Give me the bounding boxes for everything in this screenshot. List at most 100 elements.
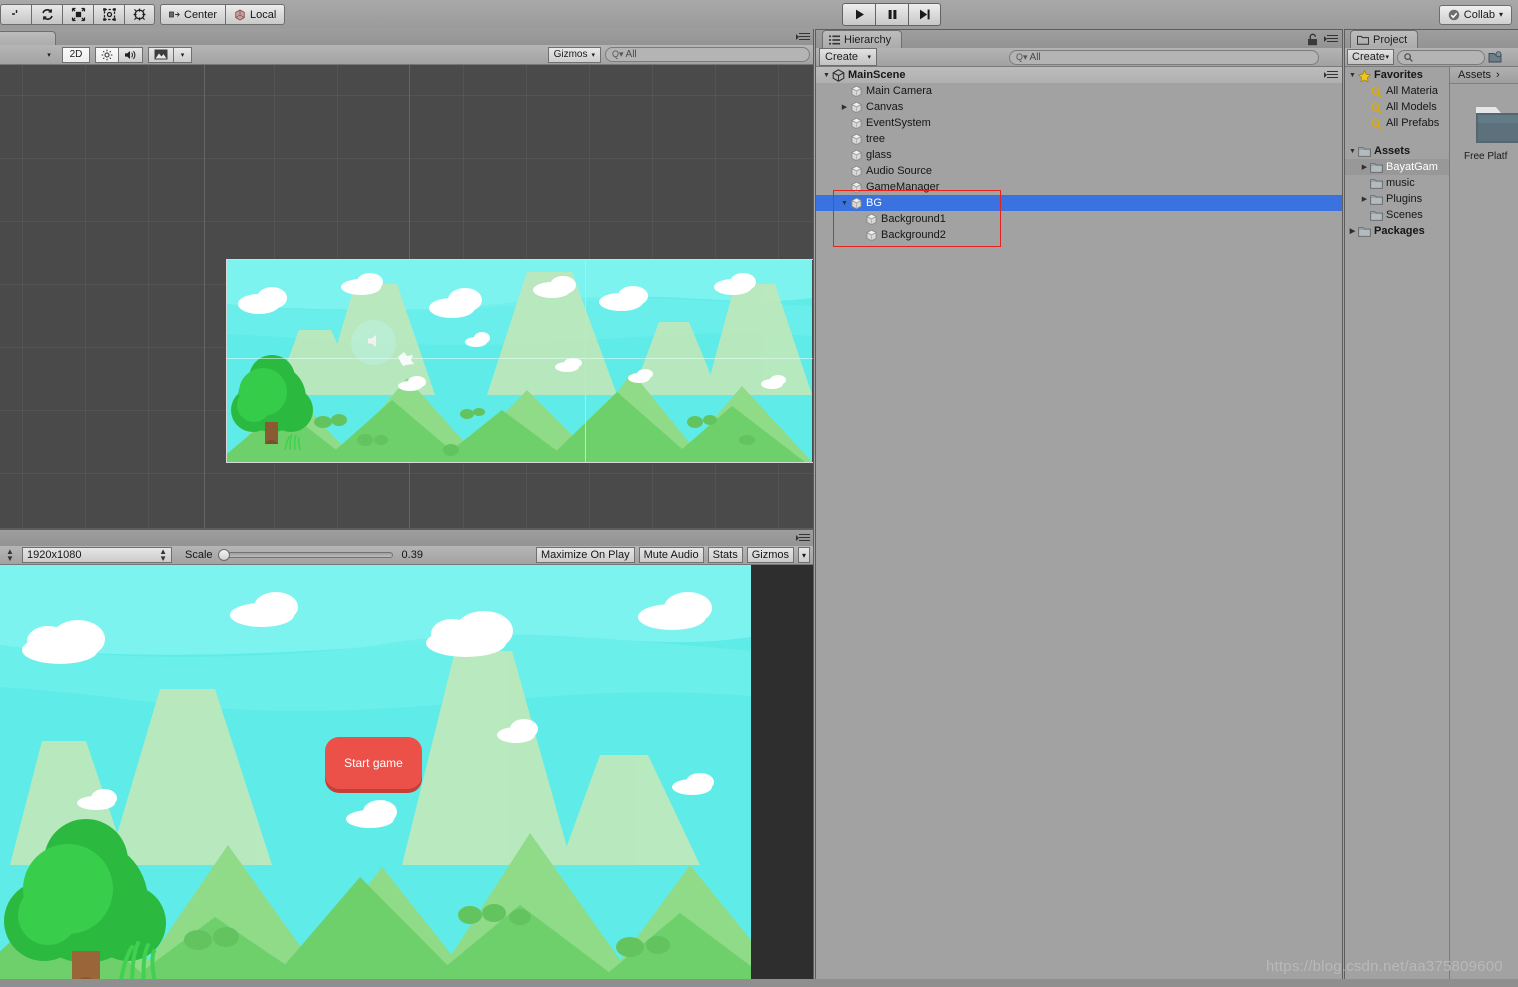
hierarchy-item-bg[interactable]: BG bbox=[816, 195, 1342, 211]
project-item-label: Packages bbox=[1374, 225, 1425, 237]
project-item-label: All Models bbox=[1386, 101, 1437, 113]
scene-search-input[interactable]: Q▾ All bbox=[605, 47, 810, 62]
scene-audio-toggle[interactable] bbox=[119, 46, 143, 63]
breadcrumb-root[interactable]: Assets bbox=[1458, 69, 1491, 81]
asset-folder-icon[interactable] bbox=[1474, 99, 1518, 147]
scene-viewport[interactable] bbox=[0, 65, 813, 528]
collab-label: Collab bbox=[1463, 8, 1495, 21]
tab-project[interactable]: Project bbox=[1350, 30, 1419, 48]
step-button[interactable] bbox=[908, 3, 941, 26]
scene-lighting-toggle[interactable] bbox=[95, 46, 119, 63]
project-item-music[interactable]: music bbox=[1345, 175, 1449, 191]
project-item-label: music bbox=[1386, 177, 1415, 189]
expand-toggle[interactable] bbox=[1347, 227, 1358, 235]
scene-view-panel: ▾ 2D ▾ Gizmos ▾ Q▾ All bbox=[0, 29, 814, 529]
resolution-stepper-icon: ▲ ▼ bbox=[159, 547, 167, 563]
display-stepper-icon[interactable]: ▲ ▼ bbox=[3, 548, 17, 563]
hierarchy-item-tree[interactable]: tree bbox=[816, 131, 1342, 147]
draw-mode-arrow-icon[interactable]: ▾ bbox=[40, 47, 58, 63]
stats-toggle[interactable]: Stats bbox=[707, 547, 743, 563]
project-create-button[interactable]: Create ▾ bbox=[1347, 49, 1394, 65]
stats-label: Stats bbox=[712, 549, 738, 561]
scene-gizmos-arrow-icon: ▾ bbox=[591, 51, 595, 59]
hierarchy-item-canvas[interactable]: Canvas bbox=[816, 99, 1342, 115]
rect-tool-icon[interactable] bbox=[93, 4, 124, 25]
gameobject-icon bbox=[850, 117, 863, 130]
speaker-icon bbox=[125, 50, 136, 59]
mute-audio-toggle[interactable]: Mute Audio bbox=[638, 547, 704, 563]
hierarchy-toolbar: Create ▾ Q▾ All bbox=[816, 48, 1342, 67]
hierarchy-scene-row[interactable]: MainScene bbox=[816, 67, 1342, 83]
maximize-on-play-toggle[interactable]: Maximize On Play bbox=[535, 547, 635, 563]
project-filter-icon[interactable] bbox=[1488, 50, 1502, 64]
start-game-button[interactable]: Start game bbox=[325, 737, 422, 789]
game-gizmos-button[interactable]: Gizmos bbox=[746, 547, 794, 563]
breadcrumb: Assets › bbox=[1450, 67, 1518, 84]
hierarchy-item-background2[interactable]: Background2 bbox=[816, 227, 1342, 243]
hierarchy-item-background1[interactable]: Background1 bbox=[816, 211, 1342, 227]
gameobject-icon bbox=[850, 149, 863, 162]
play-button[interactable] bbox=[842, 3, 875, 26]
folder-icon bbox=[1370, 194, 1383, 205]
pause-button[interactable] bbox=[875, 3, 908, 26]
asset-folder-label: Free Platf bbox=[1464, 151, 1508, 162]
project-item-assets[interactable]: Assets bbox=[1345, 143, 1449, 159]
game-gizmos-arrow-icon[interactable]: ▾ bbox=[797, 547, 810, 563]
project-item-scenes[interactable]: Scenes bbox=[1345, 207, 1449, 223]
game-panel-menu-icon[interactable] bbox=[796, 532, 810, 544]
project-item-plugins[interactable]: Plugins bbox=[1345, 191, 1449, 207]
hierarchy-search-input[interactable]: Q▾ All bbox=[1009, 49, 1319, 65]
project-item-all-materia[interactable]: All Materia bbox=[1345, 83, 1449, 99]
expand-toggle[interactable] bbox=[839, 103, 850, 111]
folder-icon bbox=[1370, 210, 1383, 221]
collab-button[interactable]: Collab ▾ bbox=[1438, 5, 1512, 25]
project-item-all-models[interactable]: All Models bbox=[1345, 99, 1449, 115]
game-tabbar bbox=[0, 530, 813, 546]
scene-fx-arrow-icon[interactable]: ▾ bbox=[174, 46, 192, 63]
hierarchy-item-gamemanager[interactable]: GameManager bbox=[816, 179, 1342, 195]
hierarchy-tree[interactable]: MainScene Main Camera Canvas EventSystem tr… bbox=[816, 67, 1342, 987]
hierarchy-item-audio-source[interactable]: Audio Source bbox=[816, 163, 1342, 179]
scale-slider[interactable] bbox=[217, 548, 393, 562]
expand-toggle[interactable] bbox=[1359, 163, 1370, 171]
hierarchy-item-glass[interactable]: glass bbox=[816, 147, 1342, 163]
scale-tool-icon[interactable] bbox=[62, 4, 93, 25]
local-axis-icon bbox=[235, 9, 245, 20]
lock-icon[interactable] bbox=[1307, 33, 1318, 46]
scene-expand-toggle[interactable] bbox=[821, 72, 832, 79]
project-item-favorites[interactable]: Favorites bbox=[1345, 67, 1449, 83]
hierarchy-create-button[interactable]: Create ▾ bbox=[819, 48, 877, 66]
scene-gizmos-button[interactable]: Gizmos ▾ bbox=[547, 46, 601, 63]
scene-panel-menu-icon[interactable] bbox=[796, 31, 810, 43]
hierarchy-item-eventsystem[interactable]: EventSystem bbox=[816, 115, 1342, 131]
transform-tool-icon[interactable] bbox=[124, 4, 155, 25]
hierarchy-panel-menu-icon[interactable] bbox=[1324, 33, 1338, 45]
rotate-tool-icon[interactable] bbox=[31, 4, 62, 25]
pivot-mode-button[interactable]: Center bbox=[160, 4, 226, 25]
mode-2d-toggle[interactable]: 2D bbox=[62, 46, 90, 63]
gameobject-icon bbox=[850, 101, 863, 114]
expand-toggle[interactable] bbox=[1359, 195, 1370, 203]
project-asset-browser[interactable]: Assets › Free Platf bbox=[1450, 67, 1518, 987]
project-item-label: Assets bbox=[1374, 145, 1411, 157]
project-search-input[interactable] bbox=[1397, 49, 1485, 65]
scene-row-menu-icon[interactable] bbox=[1324, 69, 1338, 81]
resolution-dropdown[interactable]: 1920x1080 ▲ ▼ bbox=[22, 547, 172, 563]
scale-slider-thumb[interactable] bbox=[217, 549, 230, 561]
project-body: Favorites All Materia All Models All Prefab… bbox=[1345, 67, 1518, 987]
project-item-bayatgam[interactable]: BayatGam bbox=[1345, 159, 1449, 175]
mode-2d-label: 2D bbox=[69, 49, 83, 60]
tab-hierarchy[interactable]: Hierarchy bbox=[822, 30, 903, 48]
expand-toggle[interactable] bbox=[1347, 148, 1358, 155]
project-item-packages[interactable]: Packages bbox=[1345, 223, 1449, 239]
rotation-mode-button[interactable]: Local bbox=[225, 4, 286, 25]
expand-toggle[interactable] bbox=[839, 200, 850, 207]
hierarchy-item-main-camera[interactable]: Main Camera bbox=[816, 83, 1342, 99]
project-item-all-prefabs[interactable]: All Prefabs bbox=[1345, 115, 1449, 131]
hand-tool-icon[interactable] bbox=[0, 4, 31, 25]
project-tree[interactable]: Favorites All Materia All Models All Prefab… bbox=[1345, 67, 1450, 987]
scene-fx-toggle[interactable] bbox=[148, 46, 174, 63]
pivot-icon bbox=[169, 11, 180, 18]
expand-toggle[interactable] bbox=[1347, 72, 1358, 79]
hierarchy-item-label: glass bbox=[866, 149, 892, 161]
